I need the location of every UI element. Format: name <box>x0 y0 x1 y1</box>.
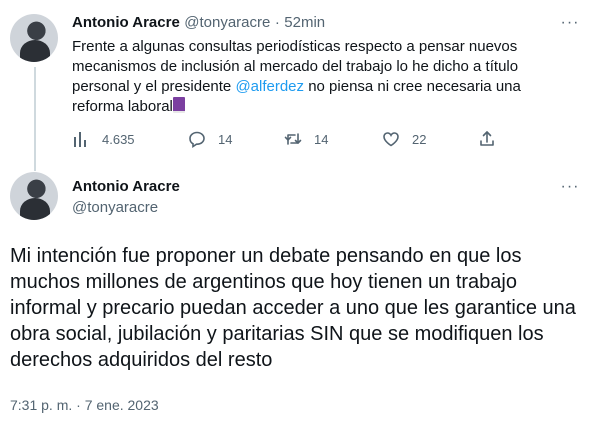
views-count: 4.635 <box>102 131 135 147</box>
book-icon <box>172 97 185 113</box>
reply-button[interactable]: 14 <box>188 130 232 148</box>
like-icon <box>383 132 399 147</box>
author-handle[interactable]: @tonyaracre <box>184 14 270 31</box>
avatar[interactable] <box>10 172 58 220</box>
thread-connector-line <box>34 67 36 171</box>
retweet-icon <box>284 133 302 145</box>
views-icon <box>74 132 86 147</box>
mention-link[interactable]: @alferdez <box>235 78 304 95</box>
tweet-time[interactable]: 52min <box>284 14 325 31</box>
share-icon <box>480 131 494 146</box>
tweet-header: Antonio Aracre @tonyaracre · 52min <box>72 14 325 32</box>
author-name[interactable]: Antonio Aracre <box>72 178 180 195</box>
tweet-timestamp[interactable]: 7:31 p. m. · 7 ene. 2023 <box>10 397 159 413</box>
tweet-text: Frente a algunas consultas periodísticas… <box>72 37 562 117</box>
header-separator: · <box>274 14 280 31</box>
retweet-count: 14 <box>314 131 329 147</box>
tweet-actions: 4.635 14 14 22 <box>72 130 502 150</box>
like-button[interactable]: 22 <box>382 130 426 148</box>
views-button[interactable]: 4.635 <box>72 130 135 148</box>
author-handle[interactable]: @tonyaracre <box>72 199 158 216</box>
avatar[interactable] <box>10 14 58 62</box>
tweet-text: Mi intención fue proponer un debate pens… <box>10 245 576 371</box>
like-count: 22 <box>412 131 427 147</box>
reply-icon <box>189 131 205 148</box>
more-options-icon[interactable]: ··· <box>560 179 580 197</box>
author-name[interactable]: Antonio Aracre <box>72 14 180 31</box>
reply-count: 14 <box>218 131 233 147</box>
share-button[interactable] <box>478 130 496 148</box>
more-options-icon[interactable]: ··· <box>560 15 580 33</box>
retweet-button[interactable]: 14 <box>284 130 328 148</box>
